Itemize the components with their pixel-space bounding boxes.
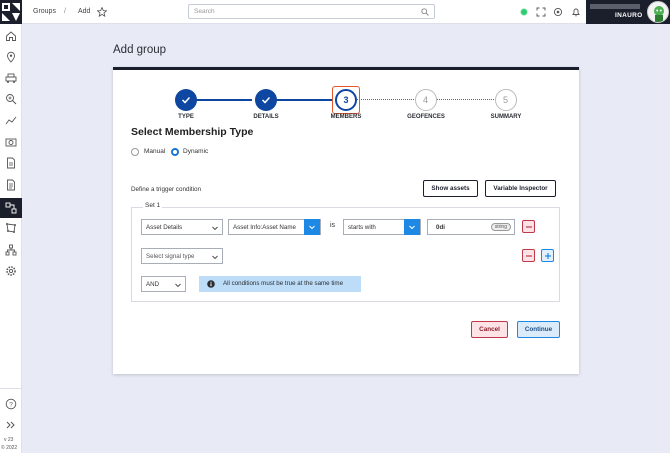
logic-operator-select[interactable]: AND [141,276,186,292]
logic-info-banner: All conditions must be true at the same … [199,276,361,292]
user-menu[interactable]: INAURO [586,0,670,24]
add-condition-button[interactable] [541,249,554,262]
step-connector-4-5 [437,99,494,100]
chevron-down-icon [309,225,315,230]
sidebar-item-groups[interactable] [0,198,22,218]
geofence-icon[interactable] [5,222,17,234]
operator-select-value: starts with [348,224,376,231]
check-icon [261,96,271,104]
field-select-value: Asset Details [146,224,183,231]
minus-icon [526,226,532,228]
radio-manual-label[interactable]: Manual [144,148,165,155]
step-3-members[interactable]: 3 [335,89,357,111]
avatar-icon [654,6,664,22]
report-icon[interactable] [5,157,17,169]
step-label-details: DETAILS [253,114,279,120]
app-logo[interactable] [0,0,22,24]
step-5-summary[interactable]: 5 [495,89,517,111]
breadcrumb-separator: / [64,8,66,15]
logo-icon [2,3,20,21]
attribute-dropdown-toggle[interactable] [304,219,320,235]
step-connector-2-3 [276,99,333,101]
logic-operator-value: AND [146,281,160,288]
document-icon[interactable] [5,179,17,191]
step-number: 5 [502,94,508,105]
breadcrumb-groups[interactable]: Groups [33,8,56,15]
minus-icon [526,255,532,257]
remove-condition-button[interactable] [522,220,535,233]
fullscreen-icon[interactable] [536,7,546,17]
operator-select[interactable]: starts with [343,219,421,235]
info-icon [207,280,215,288]
plus-icon [545,253,551,259]
user-name-redacted [590,4,640,9]
value-type-badge: string [490,223,511,231]
logic-info-text: All conditions must be true at the same … [223,280,344,287]
signal-type-select[interactable]: Select signal type [141,248,223,264]
is-label: is [330,222,336,229]
version-label: v 23 [4,437,14,443]
cancel-button[interactable]: Cancel [471,321,508,338]
chevron-down-icon [212,255,218,260]
svg-text:?: ? [9,401,13,408]
settings-icon[interactable] [553,7,563,17]
search-icon [421,8,429,16]
step-label-geofences: GEOFENCES [407,114,445,120]
org-name: INAURO [615,12,643,19]
step-number: 4 [422,94,428,105]
condition-value-input[interactable]: 0di string [427,219,515,235]
condition-value: 0di [436,224,445,231]
home-icon[interactable] [5,30,17,42]
step-label-members: MEMBERS [330,114,362,120]
avatar[interactable] [647,1,669,23]
chevron-down-icon [175,283,181,288]
search-placeholder: Search [194,8,215,15]
remove-row-button[interactable] [522,249,535,262]
expand-sidebar-icon[interactable] [5,419,17,431]
camera-icon[interactable] [5,136,17,148]
check-icon [181,96,191,104]
radio-dynamic-label[interactable]: Dynamic [183,148,208,155]
radio-manual[interactable] [131,148,139,156]
set-title: Set 1 [143,202,163,209]
sidebar-divider [0,388,22,389]
analytics-icon[interactable] [5,115,17,127]
bell-icon[interactable] [571,7,581,17]
page-title: Add group [113,44,167,56]
gear-icon[interactable] [5,265,17,277]
hierarchy-icon[interactable] [5,244,17,256]
step-1-type[interactable] [175,89,197,111]
copyright-label: © 2022 [1,445,18,451]
zoom-search-icon[interactable] [5,93,17,105]
step-label-summary: SUMMARY [490,114,522,120]
search-input[interactable]: Search [188,4,435,19]
attribute-select-value: Asset Info:Asset Name [233,224,296,231]
operator-dropdown-toggle[interactable] [404,219,420,235]
location-pin-icon[interactable] [5,51,17,63]
step-4-geofences[interactable]: 4 [415,89,437,111]
step-label-type: TYPE [178,114,194,120]
variable-inspector-button[interactable]: Variable Inspector [485,180,556,197]
step-connector-1-2 [196,99,252,101]
trigger-condition-label: Define a trigger condition [131,186,202,193]
breadcrumb-current: Add [78,8,91,15]
connection-status-icon [520,8,528,16]
assets-icon[interactable] [5,72,17,84]
chevron-down-icon [212,226,218,231]
chevron-down-icon [409,225,415,230]
show-assets-button[interactable]: Show assets [423,180,478,197]
field-select[interactable]: Asset Details [141,219,223,235]
attribute-select[interactable]: Asset Info:Asset Name [228,219,321,235]
groups-icon [5,202,17,214]
signal-type-placeholder: Select signal type [146,253,195,260]
continue-button[interactable]: Continue [517,321,560,338]
radio-dynamic[interactable] [171,148,179,156]
step-number: 3 [343,95,349,105]
membership-title: Select Membership Type [131,126,254,138]
help-icon[interactable]: ? [5,398,17,410]
step-2-details[interactable] [255,89,277,111]
star-icon[interactable] [97,7,107,17]
step-connector-3-4 [357,99,414,100]
